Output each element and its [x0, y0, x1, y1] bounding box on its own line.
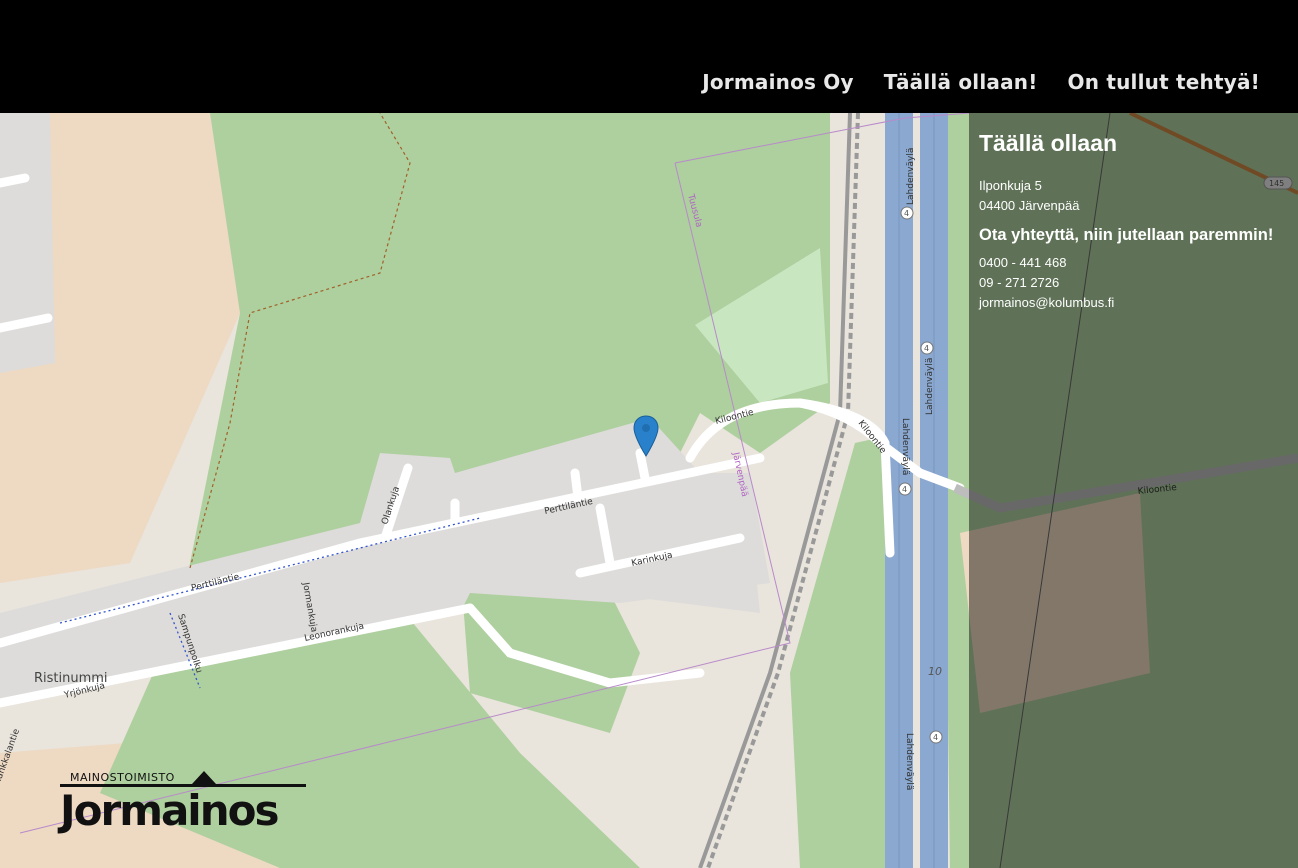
contact-panel: Täällä ollaan Ilponkuja 5 04400 Järvenpä… [969, 113, 1298, 868]
road-shield: 4 [924, 344, 929, 353]
street-label: Lahdenväylä [904, 733, 914, 790]
logo-top-text: MAINOSTOIMISTO [70, 771, 175, 784]
phone-number[interactable]: 0400 - 441 468 [979, 253, 1273, 273]
road-shield: 10 [928, 665, 942, 678]
road-shield: 4 [933, 733, 938, 742]
email-link[interactable]: jormainos@kolumbus.fi [979, 293, 1273, 313]
contact-details: 0400 - 441 468 09 - 271 2726 jormainos@k… [979, 253, 1273, 313]
contact-cta: Ota yhteyttä, niin jutellaan paremmin! [979, 226, 1274, 244]
main-nav: Jormainos Oy Täällä ollaan! On tullut te… [702, 70, 1260, 94]
road-shield: 4 [902, 485, 907, 494]
street-label: Lahdenväylä [925, 358, 935, 415]
company-logo: MAINOSTOIMISTO Jormainos [57, 771, 306, 835]
address: Ilponkuja 5 04400 Järvenpää [979, 176, 1273, 216]
street-label: Lahdenväylä [906, 148, 916, 205]
street-label: Lahdenväylä [900, 418, 910, 475]
place-label: Ristinummi [34, 671, 108, 686]
phone-number[interactable]: 09 - 271 2726 [979, 273, 1273, 293]
contact-title: Täällä ollaan [979, 130, 1118, 156]
header-bar: Jormainos Oy Täällä ollaan! On tullut te… [0, 0, 1298, 113]
nav-link-on-tullut-tehtya[interactable]: On tullut tehtyä! [1068, 70, 1260, 94]
address-line: 04400 Järvenpää [979, 198, 1080, 213]
road-shield: 4 [904, 209, 909, 218]
nav-link-taalla-ollaan[interactable]: Täällä ollaan! [884, 70, 1038, 94]
logo-main-text: Jormainos [57, 786, 278, 835]
address-line: Ilponkuja 5 [979, 178, 1042, 193]
nav-link-jormainos-oy[interactable]: Jormainos Oy [702, 70, 854, 94]
location-marker-icon[interactable] [633, 415, 659, 457]
